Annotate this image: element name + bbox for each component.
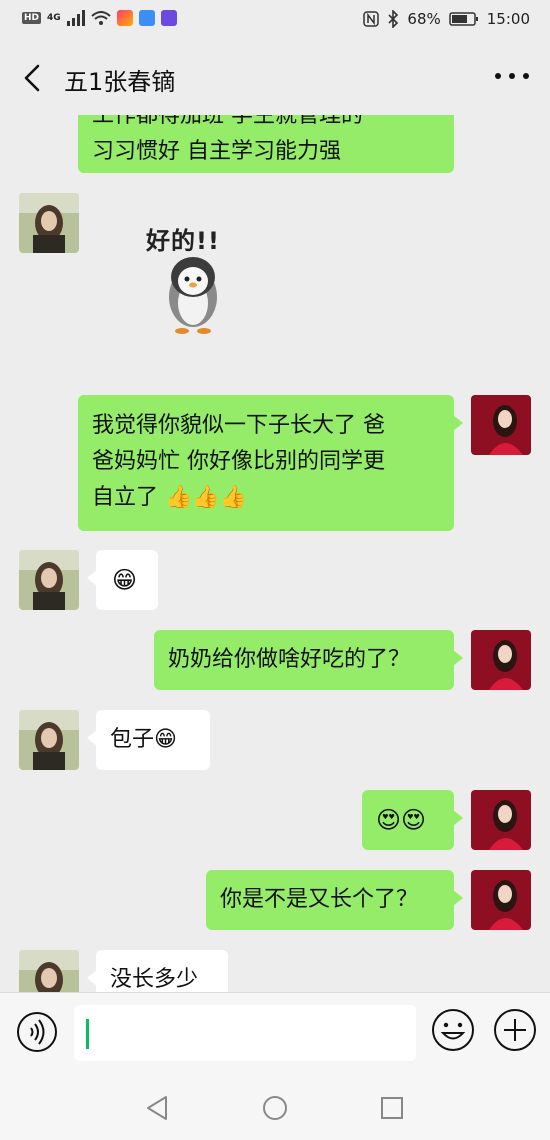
heart-eyes-emoji: 😍😍 bbox=[376, 806, 427, 834]
battery-percent: 68% bbox=[407, 10, 441, 28]
message-line: 工作都得加班 学生就管理的 bbox=[92, 115, 363, 128]
system-nav-bar bbox=[0, 1074, 550, 1140]
plus-circle-icon[interactable] bbox=[492, 1007, 538, 1053]
message-line: 包子😁 bbox=[110, 727, 177, 752]
network-indicator: 4G bbox=[47, 13, 61, 23]
status-left: HD 4G bbox=[22, 10, 177, 26]
message-line: 你是不是又长个了？ bbox=[220, 887, 419, 912]
chat-title: 五1张春镝 bbox=[64, 68, 176, 96]
wifi-icon bbox=[91, 11, 111, 25]
message-line: 没长多少 bbox=[110, 967, 199, 992]
message-bubble-mine[interactable]: 我觉得你貌似一下子长大了 爸 爸妈妈忙 你好像比别的同学更 自立了 👍👍👍 bbox=[78, 395, 463, 531]
message-line: 奶奶给你做啥好吃的了？ bbox=[168, 647, 411, 672]
nfc-icon bbox=[363, 11, 380, 27]
message-bubble-mine[interactable]: 你是不是又长个了？ bbox=[206, 870, 463, 930]
message-list[interactable]: 工作都得加班 学生就管理的 习习惯好 自主学习能力强 好的!! 我觉得你貌似一下… bbox=[0, 115, 550, 992]
message-input[interactable] bbox=[74, 1005, 416, 1061]
status-bar: HD 4G 68% 15:00 bbox=[0, 0, 550, 40]
chat-header: 五1张春镝 bbox=[0, 40, 550, 115]
my-avatar[interactable] bbox=[471, 395, 531, 455]
status-right: 68% 15:00 bbox=[363, 10, 530, 28]
message-line: 我觉得你貌似一下子长大了 爸 bbox=[92, 413, 385, 438]
message-bubble-mine[interactable]: 😍😍 bbox=[362, 790, 463, 850]
message-bubble-mine[interactable]: 奶奶给你做啥好吃的了？ bbox=[154, 630, 463, 690]
text-cursor bbox=[86, 1019, 89, 1049]
input-bar bbox=[0, 992, 550, 1075]
battery-icon bbox=[449, 12, 478, 26]
signal-icon bbox=[66, 10, 85, 26]
emoji-smile-icon[interactable] bbox=[430, 1007, 476, 1053]
message-bubble-contact[interactable]: 😁 bbox=[87, 550, 158, 610]
bluetooth-icon bbox=[388, 10, 399, 28]
contact-avatar[interactable] bbox=[19, 193, 79, 253]
message-bubble-mine[interactable]: 工作都得加班 学生就管理的 习习惯好 自主学习能力强 bbox=[78, 115, 454, 173]
video-app-icon bbox=[116, 10, 133, 26]
nav-home-icon[interactable] bbox=[261, 1094, 289, 1122]
more-dots-icon[interactable] bbox=[492, 68, 532, 84]
penguin-sticker[interactable]: 好的!! bbox=[140, 221, 240, 337]
nav-recent-icon[interactable] bbox=[378, 1094, 406, 1122]
voice-icon[interactable] bbox=[16, 1011, 58, 1053]
grin-emoji: 😁 bbox=[112, 566, 138, 594]
message-bubble-contact[interactable]: 包子😁 bbox=[87, 710, 210, 770]
my-avatar[interactable] bbox=[471, 790, 531, 850]
message-bubble-contact[interactable]: 没长多少 bbox=[87, 950, 228, 992]
hd-indicator: HD bbox=[22, 12, 42, 24]
clock: 15:00 bbox=[486, 10, 530, 28]
contact-avatar[interactable] bbox=[19, 550, 79, 610]
contact-avatar[interactable] bbox=[19, 950, 79, 992]
wallet-app-icon bbox=[138, 10, 155, 26]
chevron-left-icon[interactable] bbox=[14, 58, 50, 98]
message-line: 习习惯好 自主学习能力强 bbox=[92, 139, 341, 164]
penguin-icon bbox=[169, 257, 217, 334]
message-line: 自立了 👍👍👍 bbox=[92, 485, 248, 510]
my-avatar[interactable] bbox=[471, 870, 531, 930]
my-avatar[interactable] bbox=[471, 630, 531, 690]
message-line: 爸妈妈忙 你好像比别的同学更 bbox=[92, 449, 385, 474]
shop-app-icon bbox=[160, 10, 177, 26]
nav-back-icon[interactable] bbox=[144, 1094, 172, 1122]
contact-avatar[interactable] bbox=[19, 710, 79, 770]
